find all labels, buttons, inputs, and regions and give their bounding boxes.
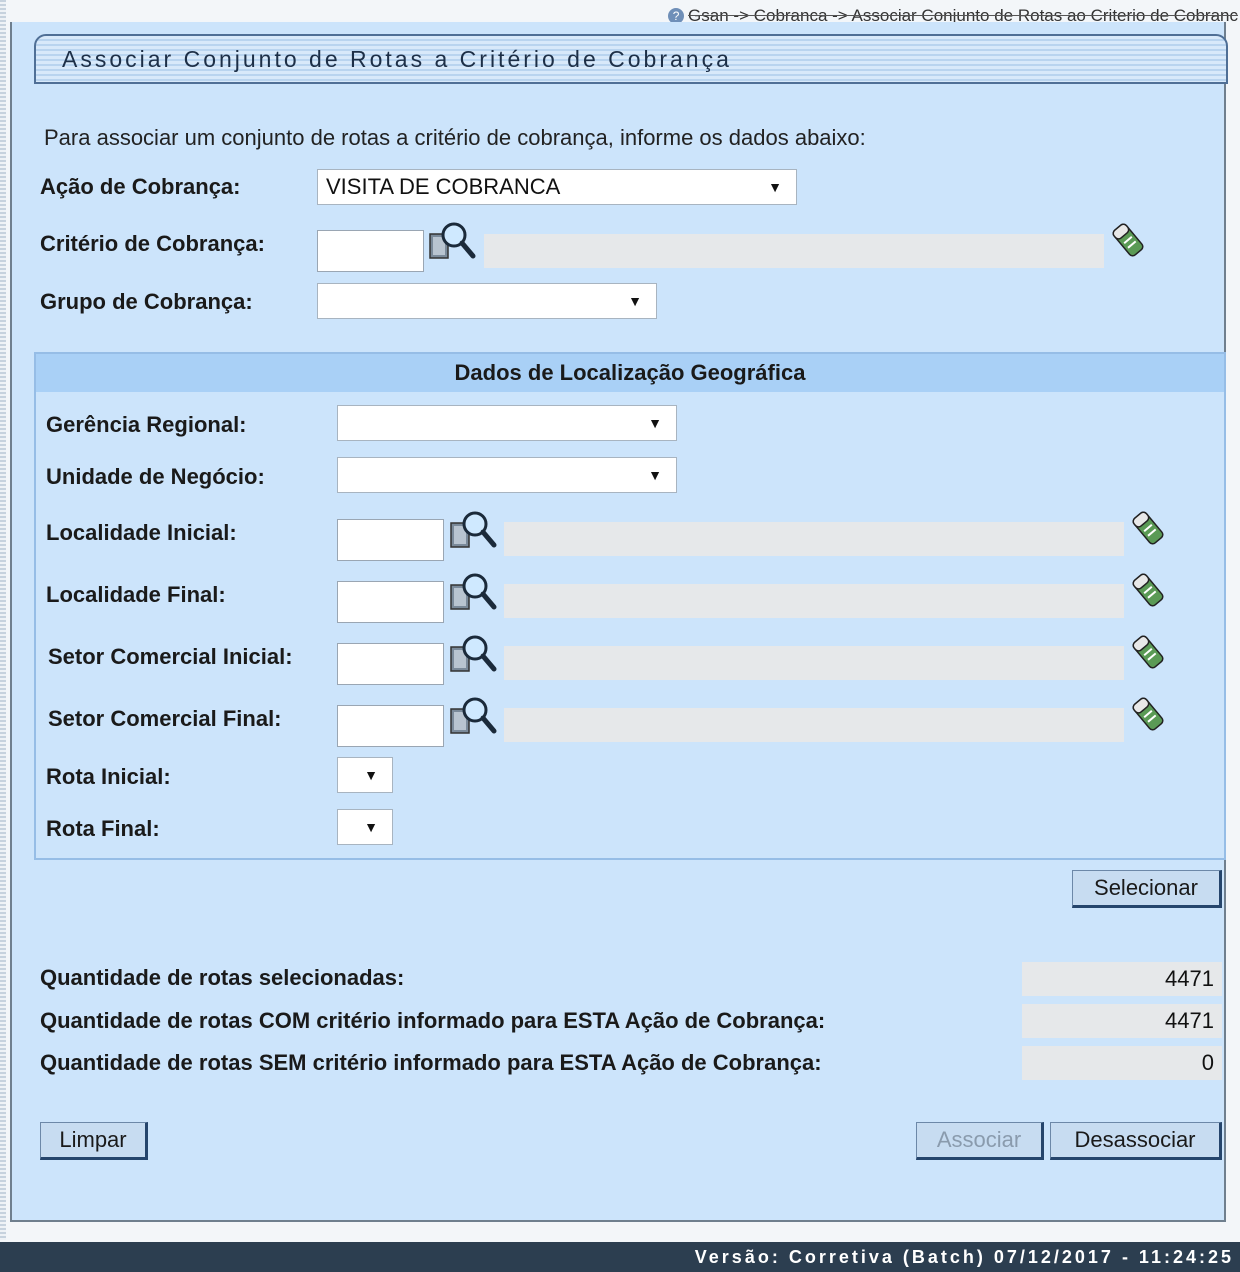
chevron-down-icon: ▼ — [648, 415, 662, 431]
magnifier-search-icon[interactable] — [449, 695, 497, 739]
main-panel: Associar Conjunto de Rotas a Critério de… — [10, 22, 1228, 1222]
rota-inicial-select[interactable]: ▼ — [337, 757, 393, 793]
magnifier-search-icon[interactable] — [449, 571, 497, 615]
page-title: Associar Conjunto de Rotas a Critério de… — [62, 46, 732, 72]
criterio-cobranca-label: Critério de Cobrança: — [40, 231, 265, 256]
unidade-negocio-label: Unidade de Negócio: — [46, 464, 265, 489]
acao-cobranca-select[interactable]: VISITA DE COBRANCA ▼ — [317, 169, 797, 205]
selecionar-button[interactable]: Selecionar — [1072, 870, 1222, 908]
version-footer: Versão: Corretiva (Batch) 07/12/2017 - 1… — [0, 1242, 1240, 1272]
intro-text: Para associar um conjunto de rotas a cri… — [44, 125, 866, 150]
rota-final-label: Rota Final: — [46, 816, 160, 841]
gerencia-regional-select[interactable]: ▼ — [337, 405, 677, 441]
desassociar-button[interactable]: Desassociar — [1050, 1122, 1222, 1160]
chevron-down-icon: ▼ — [364, 767, 378, 783]
rotas-sem-criterio-label: Quantidade de rotas SEM critério informa… — [40, 1050, 822, 1075]
acao-cobranca-value: VISITA DE COBRANCA — [326, 174, 561, 199]
rotas-com-criterio-value: 4471 — [1022, 1004, 1222, 1038]
criterio-cobranca-input[interactable] — [317, 230, 424, 272]
gerencia-regional-label: Gerência Regional: — [46, 412, 247, 437]
chevron-down-icon: ▼ — [768, 179, 782, 195]
setor-comercial-inicial-description — [504, 646, 1124, 680]
setor-comercial-inicial-input[interactable] — [337, 643, 444, 685]
left-border-rule — [0, 0, 6, 1240]
geo-location-section: Dados de Localização Geográfica Gerência… — [34, 352, 1226, 860]
localidade-final-label: Localidade Final: — [46, 582, 226, 607]
setor-comercial-inicial-label: Setor Comercial Inicial: — [48, 644, 293, 669]
title-bar: Associar Conjunto de Rotas a Critério de… — [34, 34, 1228, 84]
rotas-sem-criterio-value: 0 — [1022, 1046, 1222, 1080]
eraser-icon[interactable] — [1130, 508, 1166, 548]
rota-final-select[interactable]: ▼ — [337, 809, 393, 845]
rotas-selecionadas-value: 4471 — [1022, 962, 1222, 996]
setor-comercial-final-label: Setor Comercial Final: — [48, 706, 282, 731]
associar-button[interactable]: Associar — [916, 1122, 1044, 1160]
chevron-down-icon: ▼ — [628, 293, 642, 309]
localidade-inicial-description — [504, 522, 1124, 556]
chevron-down-icon: ▼ — [648, 467, 662, 483]
rotas-selecionadas-label: Quantidade de rotas selecionadas: — [40, 965, 405, 990]
geo-section-header: Dados de Localização Geográfica — [36, 354, 1224, 392]
eraser-icon[interactable] — [1130, 570, 1166, 610]
chevron-down-icon: ▼ — [364, 819, 378, 835]
localidade-final-description — [504, 584, 1124, 618]
eraser-icon[interactable] — [1130, 632, 1166, 672]
localidade-final-input[interactable] — [337, 581, 444, 623]
magnifier-search-icon[interactable] — [428, 220, 476, 264]
rotas-com-criterio-label: Quantidade de rotas COM critério informa… — [40, 1008, 826, 1033]
magnifier-search-icon[interactable] — [449, 509, 497, 553]
criterio-cobranca-description — [484, 234, 1104, 268]
localidade-inicial-input[interactable] — [337, 519, 444, 561]
rota-inicial-label: Rota Inicial: — [46, 764, 171, 789]
grupo-cobranca-label: Grupo de Cobrança: — [40, 289, 253, 314]
localidade-inicial-label: Localidade Inicial: — [46, 520, 237, 545]
eraser-icon[interactable] — [1110, 220, 1146, 260]
grupo-cobranca-select[interactable]: ▼ — [317, 283, 657, 319]
eraser-icon[interactable] — [1130, 694, 1166, 734]
setor-comercial-final-input[interactable] — [337, 705, 444, 747]
acao-cobranca-label: Ação de Cobrança: — [40, 174, 241, 199]
limpar-button[interactable]: Limpar — [40, 1122, 148, 1160]
magnifier-search-icon[interactable] — [449, 633, 497, 677]
unidade-negocio-select[interactable]: ▼ — [337, 457, 677, 493]
setor-comercial-final-description — [504, 708, 1124, 742]
